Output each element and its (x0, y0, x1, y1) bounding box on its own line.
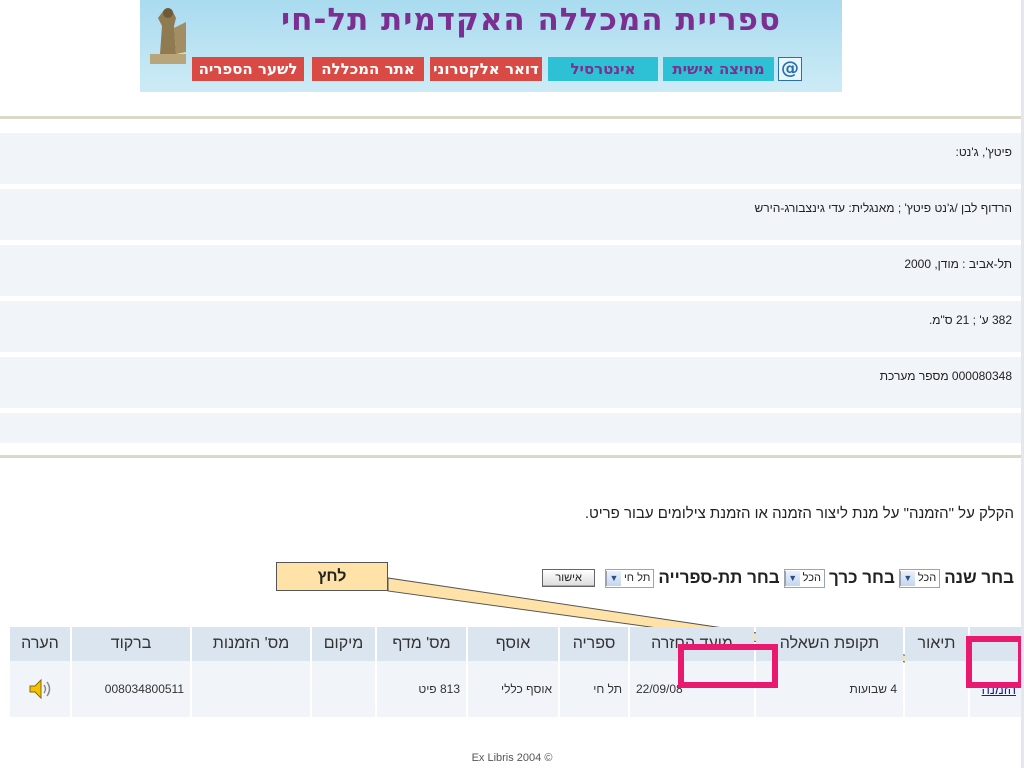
banner-title: ספריית המכללה האקדמית תל-חי (281, 2, 781, 38)
sublibrary-label: בחר תת-ספרייה (658, 568, 780, 587)
year-select-value: הכל (917, 572, 937, 584)
chevron-down-icon: ▼ (899, 570, 915, 586)
table-row: הזמנה 4 שבועות 22/09/08 תל חי אוסף כללי … (10, 661, 1022, 717)
table-header: ספריה (560, 627, 628, 661)
library-banner: ספריית המכללה האקדמית תל-חי @ מחיצה אישי… (140, 0, 842, 92)
nav-email[interactable]: דואר אלקטרוני (430, 57, 542, 81)
note-cell (10, 661, 70, 717)
location-cell (312, 661, 375, 717)
nav-interlibrary[interactable]: אינטרסיל (548, 57, 658, 81)
request-link-highlight (966, 636, 1024, 688)
record-title: הרדוף לבן /ג'נט פיטץ' ; מאנגלית: עדי גינ… (754, 201, 1012, 215)
table-header: מס' מדף (377, 627, 466, 661)
record-publication: תל-אביב : מודן, 2000 (904, 257, 1012, 271)
statue-logo-icon (150, 8, 186, 64)
sublibrary-select[interactable]: תל חי ▼ (604, 568, 655, 588)
table-header: מיקום (312, 627, 375, 661)
table-header: מס' הזמנות (192, 627, 310, 661)
description-cell (905, 661, 968, 717)
year-select[interactable]: הכל ▼ (898, 568, 941, 588)
record-system-number: 000080348 מספר מערכת (879, 369, 1012, 383)
table-header: הערה (10, 627, 70, 661)
volume-select-value: הכל (802, 572, 822, 584)
filter-bar: בחר שנה הכל ▼ בחר כרך הכל ▼ בחר תת-ספרייה … (542, 563, 1014, 593)
due-date-highlight (678, 644, 778, 688)
record-physical: 382 ע' ; 21 ס"מ. (928, 313, 1012, 327)
record-row-author: פיטץ', ג'נט: (0, 133, 1022, 184)
table-header-row: תיאור תקופת השאלה מועד החזרה ספריה אוסף … (10, 627, 1022, 661)
sublibrary-select-value: תל חי (623, 572, 651, 584)
speaker-icon[interactable] (27, 677, 53, 701)
library-cell: תל חי (560, 661, 628, 717)
table-header: תקופת השאלה (756, 627, 903, 661)
holdings-table: תיאור תקופת השאלה מועד החזרה ספריה אוסף … (8, 627, 1024, 717)
requests-cell (192, 661, 310, 717)
collection-cell: אוסף כללי (468, 661, 558, 717)
record-row-publication: תל-אביב : מודן, 2000 (0, 245, 1022, 296)
footer-copyright: Ex Libris 2004 © (471, 752, 553, 764)
record-row-physical: 382 ע' ; 21 ס"מ. (0, 301, 1022, 352)
confirm-button[interactable]: אישור (542, 569, 595, 587)
loan-period-cell: 4 שבועות (756, 661, 903, 717)
nav-personal-folder[interactable]: מחיצה אישית (663, 57, 774, 81)
nav-library-gate[interactable]: לשער הספריה (192, 57, 304, 81)
request-instructions: הקלק על "הזמנה" על מנת ליצור הזמנה או הז… (584, 505, 1014, 522)
chevron-down-icon: ▼ (784, 570, 800, 586)
record-row-empty (0, 413, 1022, 443)
barcode-cell: 008034800511 (72, 661, 190, 717)
click-callout: לחץ (276, 562, 388, 591)
table-header: ברקוד (72, 627, 190, 661)
separator-line (0, 116, 1022, 119)
year-label: בחר שנה (944, 568, 1014, 587)
nav-college-site[interactable]: אתר המכללה (312, 57, 424, 81)
separator-line (0, 455, 1022, 458)
record-row-system-number: 000080348 מספר מערכת (0, 357, 1022, 408)
chevron-down-icon: ▼ (605, 570, 621, 586)
volume-select[interactable]: הכל ▼ (783, 568, 826, 588)
table-header: תיאור (905, 627, 968, 661)
record-row-title: הרדוף לבן /ג'נט פיטץ' ; מאנגלית: עדי גינ… (0, 189, 1022, 240)
record-author: פיטץ', ג'נט: (955, 145, 1012, 159)
table-header: אוסף (468, 627, 558, 661)
volume-label: בחר כרך (829, 568, 895, 587)
at-icon[interactable]: @ (778, 57, 802, 81)
shelf-cell: 813 פיט (377, 661, 466, 717)
